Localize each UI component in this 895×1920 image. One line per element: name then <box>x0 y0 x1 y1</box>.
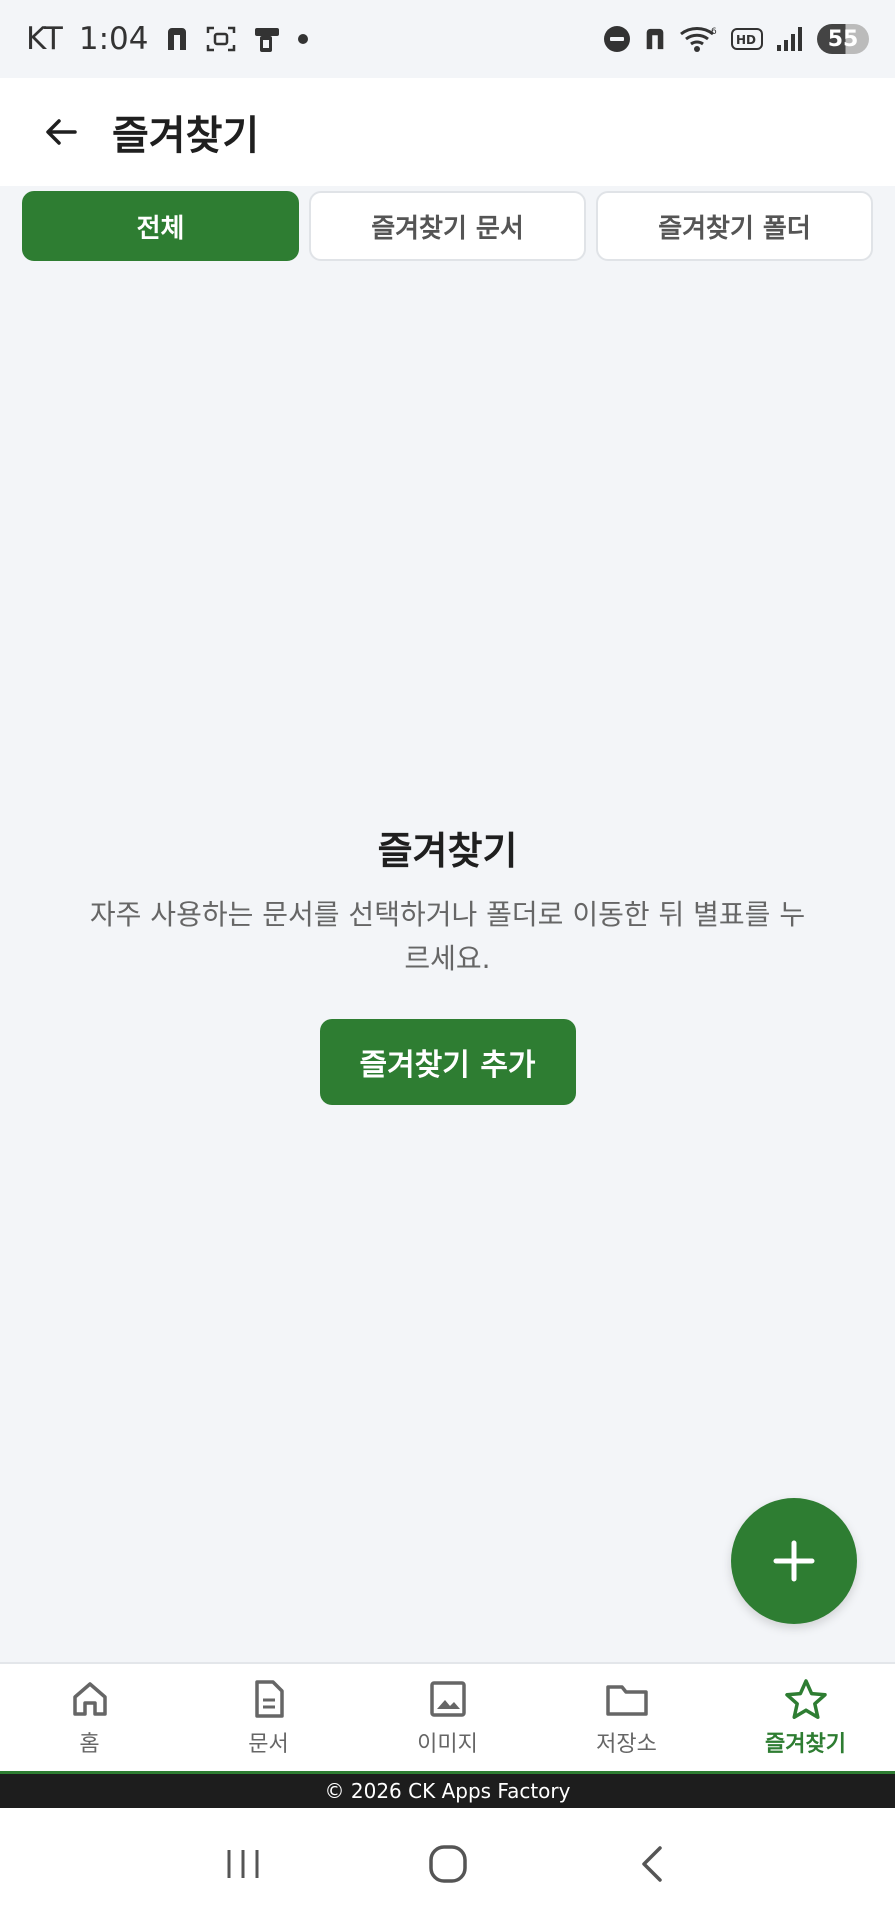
back-button[interactable] <box>38 109 84 155</box>
add-favorite-button[interactable]: 즐겨찾기 추가 <box>319 1019 576 1105</box>
nav-label-documents: 문서 <box>248 1731 289 1757</box>
nav-item-home[interactable]: 홈 <box>0 1664 179 1771</box>
do-not-disturb-icon <box>603 25 631 53</box>
nav-label-favorites: 즐겨찾기 <box>765 1731 846 1757</box>
home-circle-icon <box>428 1845 467 1883</box>
notification-n-icon <box>164 26 190 52</box>
chevron-left-icon <box>641 1846 662 1882</box>
nav-item-storage[interactable]: 저장소 <box>537 1664 716 1771</box>
filter-tabs: 전체 즐겨찾기 문서 즐겨찾기 폴더 <box>22 191 873 261</box>
tab-favorite-folders[interactable]: 즐겨찾기 폴더 <box>596 191 873 261</box>
notification-n-icon-2 <box>643 27 667 51</box>
svg-text:6: 6 <box>711 27 717 37</box>
recent-apps-icon <box>227 1850 258 1878</box>
nav-label-storage: 저장소 <box>596 1731 657 1757</box>
clock: 1:04 <box>78 21 149 57</box>
app-screen: KT 1:04 6 HD 55 즐겨찾기 전체 즐겨찾기 문서 즐겨찾기 폴더 … <box>0 0 895 1920</box>
dot-icon <box>298 34 309 44</box>
image-icon <box>429 1680 466 1717</box>
nav-item-favorites[interactable]: 즐겨찾기 <box>716 1664 895 1771</box>
signal-icon <box>775 25 805 53</box>
page-title: 즐겨찾기 <box>112 113 260 159</box>
system-navigation-bar <box>0 1808 895 1920</box>
nav-item-documents[interactable]: 문서 <box>179 1664 358 1771</box>
recent-apps-button[interactable] <box>213 1834 273 1894</box>
copyright-footer: © 2026 CK Apps Factory <box>0 1774 895 1808</box>
carrier-label: KT <box>26 21 63 57</box>
plus-icon <box>773 1540 815 1582</box>
wifi-icon: 6 <box>679 24 719 54</box>
empty-state-description: 자주 사용하는 문서를 선택하거나 폴더로 이동한 뒤 별표를 누르세요. <box>89 898 806 975</box>
hd-voice-icon: HD <box>731 27 763 51</box>
nav-label-home: 홈 <box>79 1731 100 1757</box>
battery-indicator: 55 <box>817 24 869 54</box>
star-icon <box>784 1678 827 1719</box>
bottom-navigation: 홈 문서 이미지 저장소 즐겨찾기 <box>0 1662 895 1774</box>
add-fab-button[interactable] <box>731 1498 857 1624</box>
home-icon <box>72 1681 107 1716</box>
status-bar: KT 1:04 6 HD 55 <box>0 0 895 78</box>
empty-state: 즐겨찾기 자주 사용하는 문서를 선택하거나 폴더로 이동한 뒤 별표를 누르세… <box>0 820 895 1105</box>
folder-icon <box>605 1684 648 1716</box>
home-system-button[interactable] <box>418 1834 478 1894</box>
nav-label-images: 이미지 <box>417 1731 478 1757</box>
system-back-button[interactable] <box>623 1834 683 1894</box>
svg-text:HD: HD <box>736 33 756 47</box>
tab-all[interactable]: 전체 <box>22 191 299 261</box>
document-icon <box>254 1679 284 1718</box>
tab-favorite-documents[interactable]: 즐겨찾기 문서 <box>309 191 586 261</box>
cast-icon <box>252 24 282 54</box>
app-bar: 즐겨찾기 <box>0 78 895 186</box>
empty-state-title: 즐겨찾기 <box>377 829 518 873</box>
arrow-left-icon <box>46 119 77 145</box>
screenshot-icon <box>206 25 236 53</box>
nav-item-images[interactable]: 이미지 <box>358 1664 537 1771</box>
